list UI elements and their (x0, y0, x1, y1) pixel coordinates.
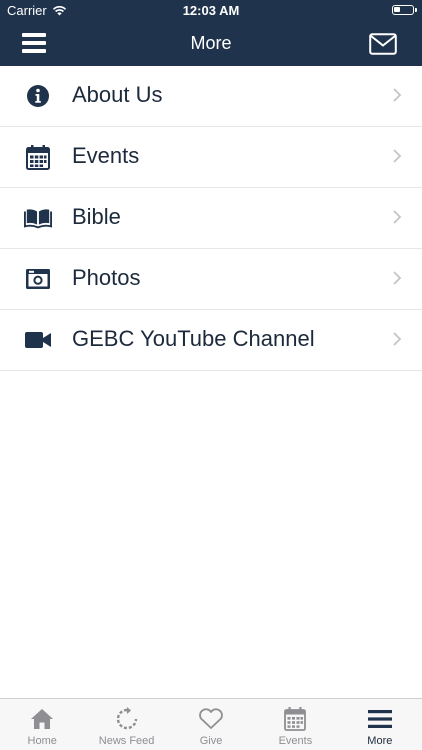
chevron-right-icon (393, 210, 402, 224)
menu-item-photos[interactable]: Photos (0, 249, 422, 310)
chevron-right-icon (393, 88, 402, 102)
menu-item-bible[interactable]: Bible (0, 188, 422, 249)
menu-item-youtube-channel[interactable]: GEBC YouTube Channel (0, 310, 422, 371)
tab-label: Give (199, 735, 223, 747)
heart-icon (198, 707, 224, 731)
tab-label: Events (278, 735, 313, 747)
menu-icon (367, 707, 393, 731)
battery-icon (392, 5, 417, 15)
tab-bar: Home News Feed Give Events More (0, 698, 422, 750)
video-camera-icon (24, 327, 52, 353)
tab-more[interactable]: More (338, 699, 422, 750)
menu-item-label: Bible (72, 204, 121, 229)
camera-icon (24, 266, 52, 292)
nav-bar: More (0, 22, 422, 66)
menu-item-events[interactable]: Events (0, 127, 422, 188)
status-time: 12:03 AM (182, 3, 240, 18)
chevron-right-icon (393, 149, 402, 163)
app-header: Carrier 12:03 AM More (0, 0, 422, 66)
refresh-icon (114, 707, 140, 731)
menu-item-label: About Us (72, 82, 163, 107)
page-title: More (190, 33, 232, 53)
more-menu-list: About Us Events Bible Photos GEBC YouTub… (0, 66, 422, 371)
status-bar: Carrier 12:03 AM (0, 0, 422, 22)
home-icon (29, 707, 55, 731)
tab-label: Home (27, 735, 57, 747)
tab-news-feed[interactable]: News Feed (84, 699, 168, 750)
tab-label: News Feed (98, 735, 155, 747)
menu-item-label: GEBC YouTube Channel (72, 326, 315, 351)
menu-item-about-us[interactable]: About Us (0, 66, 422, 127)
chevron-right-icon (393, 332, 402, 346)
tab-home[interactable]: Home (0, 699, 84, 750)
menu-item-label: Events (72, 143, 140, 168)
calendar-icon (282, 707, 308, 731)
info-icon (24, 83, 52, 109)
chevron-right-icon (393, 271, 402, 285)
tab-label: More (367, 735, 393, 747)
tab-give[interactable]: Give (169, 699, 253, 750)
menu-item-label: Photos (72, 265, 141, 290)
mail-icon[interactable] (369, 33, 397, 55)
bible-icon (24, 205, 52, 231)
calendar-icon (24, 144, 52, 170)
tab-events[interactable]: Events (253, 699, 337, 750)
